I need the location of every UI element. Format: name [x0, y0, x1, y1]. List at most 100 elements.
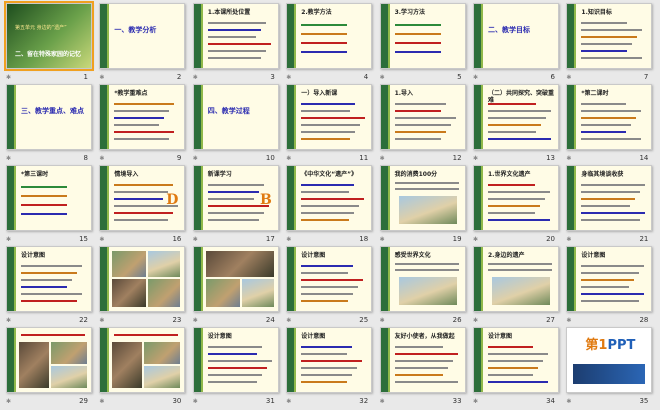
- slide-thumbnail[interactable]: [6, 327, 92, 393]
- slide-number: 1: [83, 73, 88, 81]
- slide-thumbnail-cell[interactable]: 设计意图 ✱ 32: [284, 327, 373, 405]
- slide-thumbnail-cell[interactable]: 设计意图 ✱ 31: [191, 327, 279, 405]
- slide-thumbnail[interactable]: [99, 327, 186, 393]
- slide-thumbnail-cell[interactable]: 一、教学分析 ✱ 2: [97, 3, 186, 81]
- slide-thumbnail-cell[interactable]: 第1PPT ✱ 35: [564, 327, 653, 405]
- bullet-line: [301, 24, 348, 26]
- slide-thumbnail-cell[interactable]: 1.导入 ✱ 12: [378, 84, 466, 162]
- text-line: [301, 265, 354, 267]
- slide-thumbnail-cell[interactable]: 情境导入 D ✱ 16: [97, 165, 186, 243]
- slide-thumbnail[interactable]: 一、教学分析: [99, 3, 186, 69]
- slide-title: 新课学习: [207, 171, 232, 178]
- slide-thumbnail-cell[interactable]: 《中华文化“遗产”》 ✱ 18: [284, 165, 373, 243]
- slide-thumbnail[interactable]: 2.教学方法: [286, 3, 373, 69]
- slide-thumbnail[interactable]: [192, 246, 279, 312]
- slide-thumbnail-cell[interactable]: ✱ 24: [191, 246, 279, 324]
- slide-thumbnail[interactable]: 设计意图: [6, 246, 92, 312]
- slide-thumbnail[interactable]: 2.身边的遗产: [473, 246, 559, 312]
- slide-thumbnail-cell[interactable]: 四、教学过程 ✱ 10: [191, 84, 279, 162]
- slide-thumbnail-cell[interactable]: 一）导入新课 ✱ 11: [284, 84, 373, 162]
- slide-thumbnail[interactable]: *教学重难点: [99, 84, 186, 150]
- slide-title: 1.本课所处位置: [207, 9, 251, 16]
- slide-side-bar-accent: [107, 85, 110, 149]
- slide-thumbnail-cell[interactable]: 设计意图 ✱ 28: [564, 246, 653, 324]
- slide-thumbnail[interactable]: 《中华文化“遗产”》: [286, 165, 373, 231]
- slide-thumbnail[interactable]: 第五单元 身边的“遗产” 二、留在特殊家园的记忆: [4, 1, 94, 71]
- slide-thumbnail[interactable]: 一）导入新课: [286, 84, 373, 150]
- bullet-line: [301, 51, 348, 53]
- slide-thumbnail[interactable]: 1.导入: [379, 84, 466, 150]
- slide-number: 18: [359, 235, 369, 243]
- slide-thumbnail[interactable]: *第二课时: [566, 84, 653, 150]
- slide-thumbnail[interactable]: 情境导入 D: [99, 165, 186, 231]
- slide-thumbnail-cell[interactable]: *教学重难点 ✱ 9: [97, 84, 186, 162]
- slide-thumbnail-cell[interactable]: 我的消费100分 ✱ 19: [378, 165, 466, 243]
- bullet-line: [301, 33, 348, 35]
- slide-thumbnail[interactable]: 1.世界文化遗产: [473, 165, 559, 231]
- slide-thumbnail[interactable]: *第三课时: [6, 165, 92, 231]
- slide-thumbnail[interactable]: 友好小使者，从我做起: [379, 327, 466, 393]
- slide-thumbnail[interactable]: 1.本课所处位置: [192, 3, 279, 69]
- animation-star-icon: ✱: [379, 398, 385, 405]
- slide-thumbnail[interactable]: （二）共同探究、突破重难: [473, 84, 559, 150]
- slide-thumbnail[interactable]: 我的消费100分: [379, 165, 466, 231]
- slide-side-bar-accent: [574, 85, 577, 149]
- slide-thumbnail-cell[interactable]: 新课学习 B ✱ 17: [191, 165, 279, 243]
- slide-thumbnail[interactable]: 身临其境谈收获: [566, 165, 653, 231]
- slide-thumbnail-cell[interactable]: 友好小使者，从我做起 ✱ 33: [378, 327, 466, 405]
- slide-thumbnail[interactable]: 设计意图: [286, 246, 373, 312]
- slide-thumbnail-cell[interactable]: 2.身边的遗产 ✱ 27: [471, 246, 559, 324]
- slide-thumbnail[interactable]: 3.学习方法: [379, 3, 466, 69]
- text-line: [488, 219, 550, 221]
- slide-thumbnail-cell[interactable]: （二）共同探究、突破重难 ✱ 13: [471, 84, 559, 162]
- slide-thumbnail-cell[interactable]: ✱ 30: [97, 327, 186, 405]
- slide-number: 7: [643, 73, 649, 81]
- slide-thumbnail[interactable]: 设计意图: [566, 246, 653, 312]
- slide-thumbnail[interactable]: 设计意图: [286, 327, 373, 393]
- bullet-line: [21, 186, 67, 188]
- animation-star-icon: ✱: [99, 236, 105, 243]
- slide-thumbnail-cell[interactable]: 3.学习方法 ✱ 5: [378, 3, 466, 81]
- slide-thumbnail-cell[interactable]: 二、教学目标 ✱ 6: [471, 3, 559, 81]
- slide-thumbnail-cell[interactable]: 1.本课所处位置 ✱ 3: [191, 3, 279, 81]
- slide-thumbnail-cell[interactable]: 三、教学重点、难点 ✱ 8: [4, 84, 92, 162]
- animation-star-icon: ✱: [473, 74, 479, 81]
- slide-side-bar: [287, 247, 295, 311]
- slide-thumbnail[interactable]: 设计意图: [473, 327, 559, 393]
- slide-thumbnail-cell[interactable]: ✱ 29: [4, 327, 92, 405]
- slide-thumbnail-cell[interactable]: *第三课时 ✱ 15: [4, 165, 92, 243]
- slide-number: 6: [550, 73, 555, 81]
- slide-thumbnail-cell[interactable]: 设计意图 ✱ 25: [284, 246, 373, 324]
- slide-thumbnail[interactable]: 1.知识目标: [566, 3, 653, 69]
- slide-thumbnail[interactable]: 设计意图: [192, 327, 279, 393]
- slide-thumbnail[interactable]: 感受世界文化: [379, 246, 466, 312]
- slide-thumbnail[interactable]: [99, 246, 186, 312]
- slide-thumbnail-cell[interactable]: *第二课时 ✱ 14: [564, 84, 653, 162]
- slide-thumbnail-cell[interactable]: 第五单元 身边的“遗产” 二、留在特殊家园的记忆 ✱ 1: [4, 1, 94, 81]
- slide-thumbnail[interactable]: 二、教学目标: [473, 3, 559, 69]
- slide-thumbnail-cell[interactable]: 身临其境谈收获 ✱ 21: [564, 165, 653, 243]
- text-line: [488, 184, 535, 186]
- slide-thumbnail[interactable]: 新课学习 B: [192, 165, 279, 231]
- text-line: [114, 191, 169, 193]
- slide-thumbnail[interactable]: 三、教学重点、难点: [6, 84, 92, 150]
- slide-thumbnail[interactable]: 第1PPT: [566, 327, 653, 393]
- slide-side-bar: [287, 328, 295, 392]
- slide-title: 设计意图: [488, 333, 513, 340]
- ppt-footer-strip: [573, 364, 646, 384]
- text-line: [21, 293, 82, 295]
- slide-thumbnail-cell[interactable]: 1.世界文化遗产 ✱ 20: [471, 165, 559, 243]
- slide-thumbnail-cell[interactable]: ✱ 23: [97, 246, 186, 324]
- slide-thumbnail-cell[interactable]: 感受世界文化 ✱ 26: [378, 246, 466, 324]
- text-line: [488, 374, 533, 376]
- slide-thumbnail-cell[interactable]: 设计意图 ✱ 22: [4, 246, 92, 324]
- slide-number: 31: [265, 397, 275, 405]
- slide-thumbnail[interactable]: 四、教学过程: [192, 84, 279, 150]
- slide-photo: [51, 366, 87, 388]
- cover-subtitle: 第五单元 身边的“遗产”: [15, 25, 67, 31]
- slide-side-bar-accent: [200, 85, 203, 149]
- slide-thumbnail-cell[interactable]: 设计意图 ✱ 34: [471, 327, 559, 405]
- slide-thumbnail-cell[interactable]: 2.教学方法 ✱ 4: [284, 3, 373, 81]
- text-line: [301, 184, 355, 186]
- slide-thumbnail-cell[interactable]: 1.知识目标 ✱ 7: [564, 3, 653, 81]
